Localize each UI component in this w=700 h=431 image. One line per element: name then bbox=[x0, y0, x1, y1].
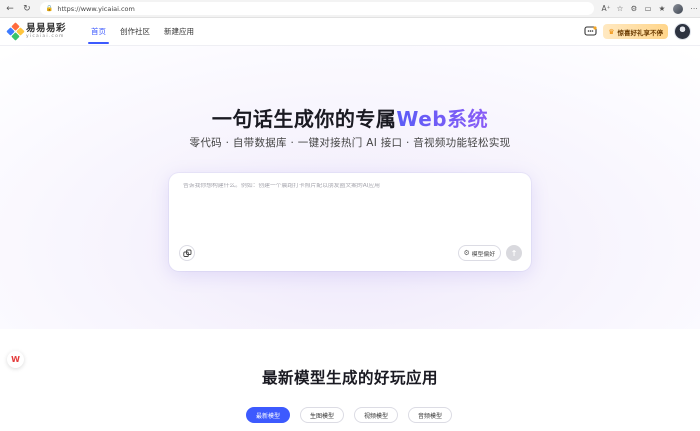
settings-icon: ⚙ bbox=[463, 249, 470, 257]
promo-button[interactable]: ♛ 惊喜好礼享不停 bbox=[603, 24, 668, 39]
nav-item-new-app[interactable]: 新建应用 bbox=[157, 18, 201, 46]
read-aloud-icon[interactable]: A⁺ bbox=[600, 3, 612, 15]
tab-video-model[interactable]: 视频模型 bbox=[354, 407, 398, 423]
model-tabs: 最新模型 生图模型 视频模型 音频模型 bbox=[246, 407, 452, 423]
logo-mark-icon bbox=[6, 22, 25, 41]
main-nav: 首页 创作社区 新建应用 bbox=[84, 18, 201, 46]
site-header: 易易易彩 yicaiai.com 首页 创作社区 新建应用 ♛ 惊喜好礼享不停 bbox=[0, 18, 700, 46]
url-text: https://www.yicaiai.com bbox=[57, 4, 135, 13]
model-preference-label: 模型偏好 bbox=[471, 251, 495, 258]
tab-latest-model[interactable]: 最新模型 bbox=[246, 407, 290, 423]
site-logo[interactable]: 易易易彩 yicaiai.com bbox=[6, 22, 67, 41]
back-icon[interactable]: ← bbox=[3, 2, 17, 16]
tab-audio-model[interactable]: 音频模型 bbox=[408, 407, 452, 423]
attach-button[interactable] bbox=[179, 245, 195, 261]
hero-subtitle: 零代码 · 自带数据库 · 一键对接热门 AI 接口 · 音视频功能轻松实现 bbox=[189, 137, 511, 149]
tab-image-model[interactable]: 生图模型 bbox=[300, 407, 344, 423]
browser-toolbar: ← ↻ 🔒 https://www.yicaiai.com A⁺ ☆ ⚙ ▭ ★… bbox=[0, 0, 700, 18]
hero-title: 一句话生成你的专属Web系统 bbox=[0, 103, 700, 132]
message-icon[interactable] bbox=[583, 25, 597, 39]
logo-text-en: yicaiai.com bbox=[26, 33, 65, 39]
more-menu-icon[interactable]: ⋯ bbox=[688, 3, 700, 15]
split-screen-icon[interactable]: ▭ bbox=[642, 3, 654, 15]
hero-title-main: 一句话生成你的专属 bbox=[211, 107, 397, 131]
favorites-icon[interactable]: ★ bbox=[656, 3, 668, 15]
address-bar[interactable]: 🔒 https://www.yicaiai.com bbox=[39, 2, 594, 15]
lock-icon: 🔒 bbox=[45, 5, 54, 12]
arrow-up-icon: ↑ bbox=[510, 248, 518, 258]
refresh-icon[interactable]: ↻ bbox=[20, 2, 34, 16]
user-avatar[interactable] bbox=[674, 23, 691, 40]
section-title: 最新模型生成的好玩应用 bbox=[261, 369, 438, 387]
nav-item-community[interactable]: 创作社区 bbox=[113, 18, 157, 46]
logo-text-cn: 易易易彩 bbox=[26, 23, 67, 34]
link-icon bbox=[182, 249, 191, 257]
send-button[interactable]: ↑ bbox=[506, 245, 522, 261]
hero-title-highlight: Web系统 bbox=[396, 107, 489, 131]
favorite-star-icon[interactable]: ☆ bbox=[614, 3, 626, 15]
promo-label: 惊喜好礼享不停 bbox=[617, 28, 664, 37]
nav-item-home[interactable]: 首页 bbox=[84, 18, 113, 46]
model-preference-button[interactable]: ⚙ 模型偏好 bbox=[457, 245, 501, 261]
prompt-input[interactable] bbox=[183, 183, 513, 189]
browser-profile-avatar[interactable] bbox=[673, 3, 683, 14]
hero-section: 一句话生成你的专属Web系统 零代码 · 自带数据库 · 一键对接热门 AI 接… bbox=[0, 46, 700, 329]
extensions-icon[interactable]: ⚙ bbox=[628, 3, 640, 15]
crown-icon: ♛ bbox=[608, 27, 615, 36]
prompt-box: ⚙ 模型偏好 ↑ bbox=[169, 173, 531, 271]
